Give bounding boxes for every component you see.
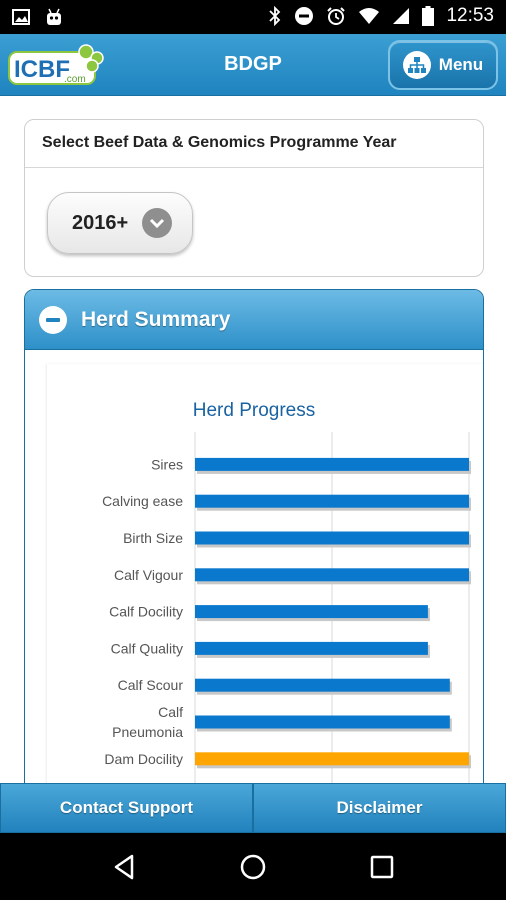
collapse-icon [39, 305, 67, 334]
chart-svg: Sires Calving ease Birth Size Calf Vigour Ca… [102, 432, 471, 808]
bottom-bar: Contact Support Disclaimer [0, 783, 506, 833]
chart-category-label: Calf Quality [111, 640, 183, 656]
battery-icon [422, 6, 435, 26]
chart-category-label: Birth Size [123, 530, 183, 546]
wifi-icon [359, 8, 380, 24]
contact-support-button[interactable]: Contact Support [0, 783, 253, 833]
chart-bar [195, 752, 469, 766]
signal-icon [393, 8, 410, 24]
system-nav-bar [0, 833, 506, 900]
menu-label: Menu [438, 55, 484, 74]
status-bar: 12:53 [0, 0, 506, 34]
chart-bar [195, 531, 469, 545]
disclaimer-button[interactable]: Disclaimer [253, 783, 506, 833]
recents-icon[interactable] [362, 847, 402, 887]
dnd-icon [295, 7, 314, 25]
chart-category-label: Calf Scour [118, 677, 184, 693]
chart-category-label: Sires [151, 456, 183, 472]
back-icon[interactable] [104, 847, 144, 887]
app-header: ICBF .com BDGP Menu [0, 34, 506, 96]
year-panel-title: Select Beef Data & Genomics Programme Ye… [25, 120, 483, 168]
status-time: 12:53 [446, 5, 494, 26]
chevron-down-icon [142, 208, 173, 238]
chart-bar [195, 678, 450, 692]
herd-summary-title: Herd Summary [81, 307, 231, 331]
android-icon [47, 8, 61, 25]
chart-category-label: Calf Docility [109, 604, 183, 620]
herd-progress-chart: Sires Calving ease Birth Size Calf Vigour Ca… [47, 364, 483, 808]
year-value: 2016+ [72, 211, 129, 234]
herd-summary-header[interactable]: Herd Summary [25, 290, 483, 350]
chart-bar [195, 494, 469, 508]
chart-bar [195, 641, 428, 655]
chart-category-label: Dam Docility [104, 751, 183, 767]
chart-bar [195, 605, 428, 619]
herd-summary-panel: Herd Summary Sires Calving ease Birth Size… [24, 289, 484, 809]
sitemap-icon [402, 51, 431, 79]
menu-button[interactable]: Menu [388, 40, 498, 90]
alarm-icon [327, 7, 346, 25]
image-icon [12, 9, 30, 25]
chart-title: Herd Progress [192, 400, 316, 421]
chart-category-label: Calf Pneumonia [112, 704, 183, 740]
chart-category-label: Calf Vigour [114, 567, 183, 583]
chart-bar [195, 568, 469, 582]
chart-bar [195, 715, 450, 729]
bluetooth-icon [269, 6, 281, 26]
chart-bar [195, 457, 469, 471]
year-panel: Select Beef Data & Genomics Programme Ye… [24, 119, 484, 277]
year-dropdown[interactable]: 2016+ [47, 192, 193, 254]
home-icon[interactable] [233, 847, 273, 887]
chart-category-label: Calving ease [102, 493, 183, 509]
